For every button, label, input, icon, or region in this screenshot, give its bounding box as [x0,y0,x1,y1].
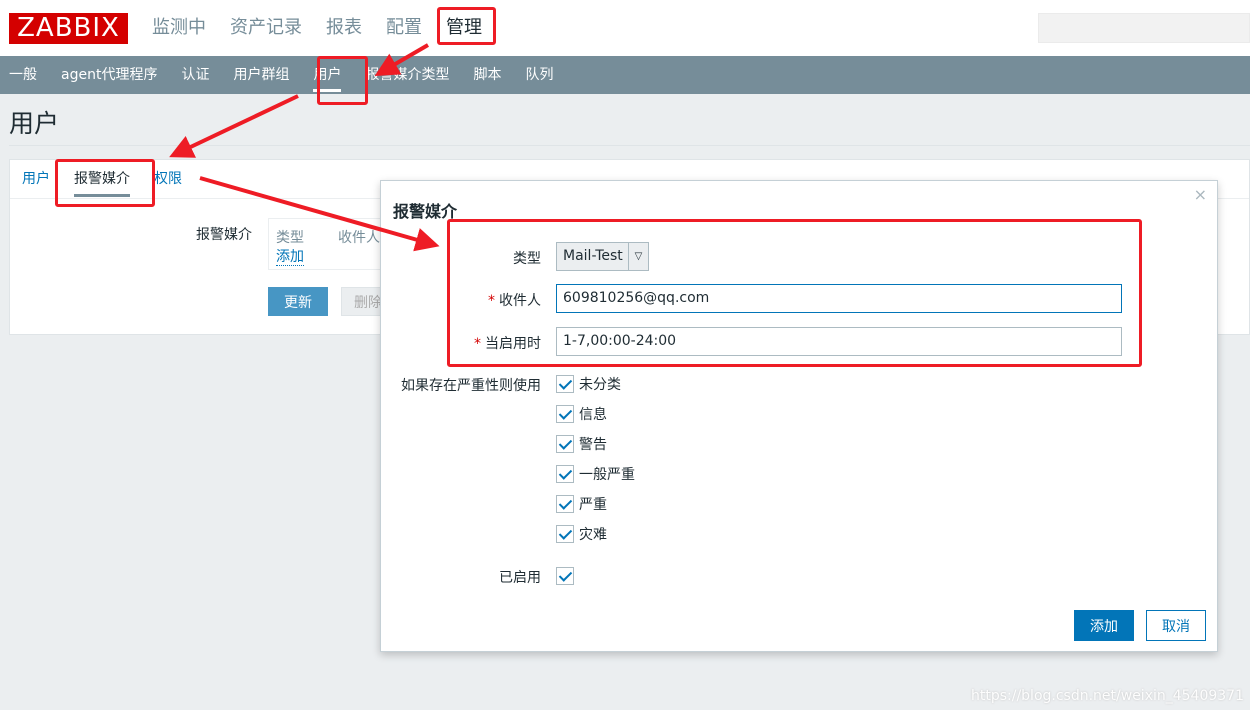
subnav-media-types[interactable]: 报警媒介类型 [353,56,461,94]
subnav-proxies[interactable]: agent代理程序 [49,56,169,94]
severity-high: 严重 [556,494,607,514]
recipient-input[interactable]: 609810256@qq.com [556,284,1122,313]
media-dialog: 报警媒介 × 类型 Mail-Test ▽ * 收件人 609810256@qq.… [380,180,1218,652]
severity-checkbox[interactable] [556,525,574,543]
type-select-value: Mail-Test [563,248,623,264]
tab-user[interactable]: 用户 [10,160,62,198]
main-nav: 监测中 资产记录 报表 配置 管理 [140,0,494,56]
zabbix-logo[interactable]: ZABBIX [9,13,128,44]
severity-checkbox[interactable] [556,435,574,453]
subnav-users[interactable]: 用户 [301,56,353,94]
user-tabs: 用户 报警媒介 权限 [10,160,194,198]
when-active-label: * 当启用时 [474,333,541,353]
severity-warning: 警告 [556,434,607,454]
severity-information: 信息 [556,404,607,424]
arrow-users-to-tab [169,94,299,158]
cancel-button[interactable]: 取消 [1146,610,1206,641]
severity-not-classified: 未分类 [556,374,621,394]
severity-label-item: 严重 [579,497,607,513]
subnav-user-groups[interactable]: 用户群组 [221,56,301,94]
enabled-checkbox[interactable] [556,567,574,585]
main-nav-monitoring[interactable]: 监测中 [140,0,218,56]
required-mark: * [488,293,495,309]
severity-label-item: 灾难 [579,527,607,543]
recipient-label-text: 收件人 [499,293,541,309]
severity-label-item: 警告 [579,437,607,453]
severity-checkbox[interactable] [556,405,574,423]
when-active-input[interactable]: 1-7,00:00-24:00 [556,327,1122,356]
type-select[interactable]: Mail-Test ▽ [556,242,649,271]
chevron-down-icon: ▽ [628,243,648,270]
severity-average: 一般严重 [556,464,635,484]
severity-label-item: 未分类 [579,377,621,393]
add-media-link[interactable]: 添加 [276,249,304,266]
subnav-authentication[interactable]: 认证 [169,56,221,94]
when-active-label-text: 当启用时 [485,336,541,352]
main-nav-inventory[interactable]: 资产记录 [218,0,314,56]
severity-checkbox[interactable] [556,465,574,483]
severity-label-item: 信息 [579,407,607,423]
tab-permissions[interactable]: 权限 [142,160,194,198]
recipient-label: * 收件人 [488,290,541,310]
subnav-scripts[interactable]: 脚本 [461,56,513,94]
media-table: 类型 收件人 添加 [268,218,388,270]
severity-checkbox[interactable] [556,375,574,393]
dialog-title: 报警媒介 [393,202,458,221]
media-label: 报警媒介 [196,227,252,243]
top-bar: ZABBIX 监测中 资产记录 报表 配置 管理 [0,0,1250,56]
enabled-label: 已启用 [499,570,541,586]
media-col-type: 类型 [276,230,304,246]
page-title: 用户 [9,109,60,138]
title-divider [9,145,1250,146]
media-col-sendto: 收件人 [338,230,380,246]
required-mark: * [474,336,481,352]
subnav-general[interactable]: 一般 [0,56,49,94]
enabled-row [556,566,574,586]
watermark-text: https://blog.csdn.net/weixin_45409371 [970,688,1244,704]
severity-checkbox[interactable] [556,495,574,513]
search-input[interactable] [1038,13,1250,43]
severity-disaster: 灾难 [556,524,607,544]
add-button[interactable]: 添加 [1074,610,1134,641]
severity-label-item: 一般严重 [579,467,635,483]
main-nav-configuration[interactable]: 配置 [374,0,434,56]
type-label: 类型 [513,251,541,267]
tab-media[interactable]: 报警媒介 [62,160,142,198]
main-nav-administration[interactable]: 管理 [434,0,494,56]
severity-label: 如果存在严重性则使用 [401,378,541,394]
sub-nav: 一般 agent代理程序 认证 用户群组 用户 报警媒介类型 脚本 队列 [0,56,1250,94]
main-nav-reports[interactable]: 报表 [314,0,374,56]
subnav-queue[interactable]: 队列 [513,56,565,94]
close-icon[interactable]: × [1194,185,1207,204]
update-button[interactable]: 更新 [268,287,328,316]
